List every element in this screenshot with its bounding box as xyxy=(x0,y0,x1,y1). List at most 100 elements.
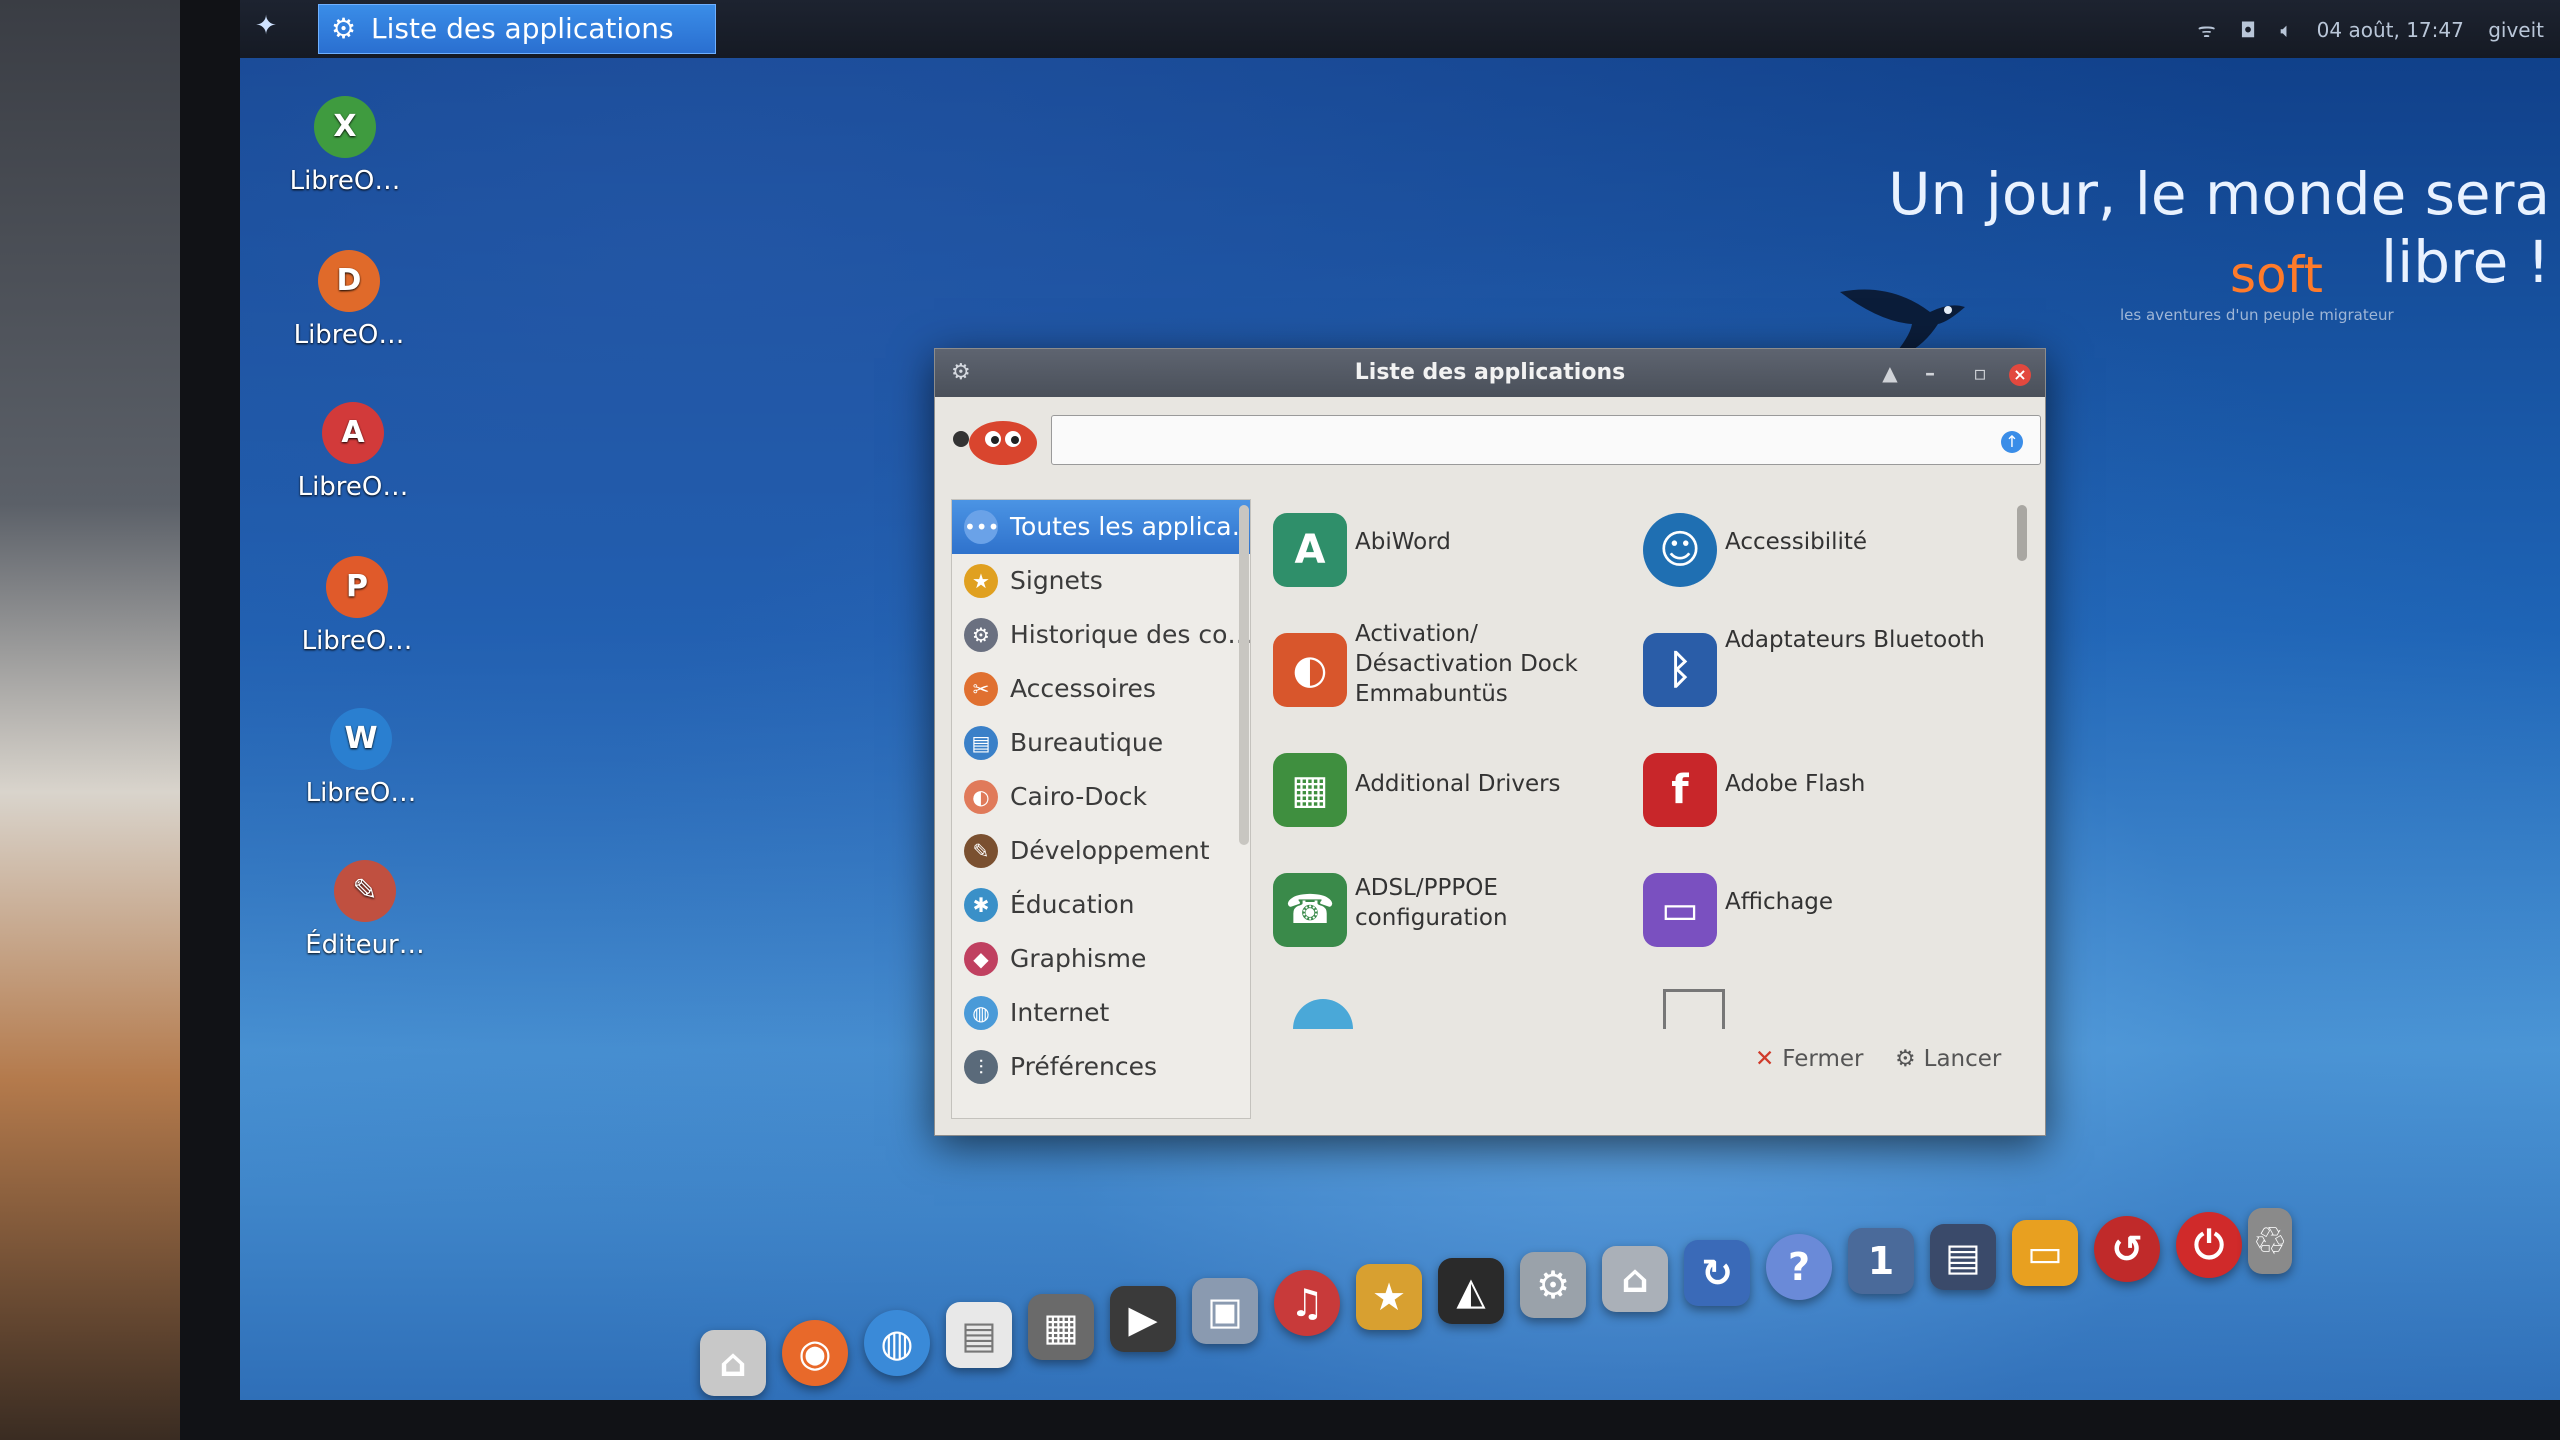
category-all-apps[interactable]: ••• Toutes les applica… xyxy=(952,500,1250,554)
desktop-icon-label: Éditeur… xyxy=(305,930,425,960)
calendar-icon[interactable]: ▦ xyxy=(1028,1294,1094,1360)
app-item-bluetooth[interactable]: ᛒ Adaptateurs Bluetooth xyxy=(1643,619,1993,729)
username[interactable]: giveit xyxy=(2488,18,2544,42)
search-input[interactable] xyxy=(1051,415,2041,465)
abiword-icon: A xyxy=(1273,513,1347,587)
wallpaper-brand: soft xyxy=(2230,246,2323,304)
cross-icon: ✕ xyxy=(1755,1046,1775,1072)
settings-gear-icon[interactable]: ⚙ xyxy=(1520,1252,1586,1318)
video-icon[interactable]: ▶ xyxy=(1110,1286,1176,1352)
taskbar-button-label: Liste des applications xyxy=(371,12,674,45)
partial-app-icon xyxy=(1293,999,1353,1029)
app-item-dock-toggle[interactable]: ◐ Activation/ Désactivation Dock Emmabun… xyxy=(1273,619,1623,729)
volume-icon[interactable]: 🔈︎ xyxy=(2280,18,2292,42)
category-list: ••• Toutes les applica… ★ Signets ⚙ Hist… xyxy=(951,499,1251,1119)
category-accessories[interactable]: ✂ Accessoires xyxy=(952,662,1250,716)
app-item-accessibilite[interactable]: ☺ Accessibilité xyxy=(1643,499,1993,609)
desktop-icon-libreoffice-impress[interactable]: P LibreO… xyxy=(282,556,432,656)
app-item-affichage[interactable]: ▭ Affichage xyxy=(1643,859,1993,969)
window-icon[interactable]: ▤ xyxy=(1930,1224,1996,1290)
editor-mascot-icon: ✎ xyxy=(334,860,396,922)
category-education[interactable]: ✱ Éducation xyxy=(952,878,1250,932)
category-development[interactable]: ✎ Développement xyxy=(952,824,1250,878)
preferences-icon: ⫶ xyxy=(964,1050,998,1084)
globe-icon[interactable]: ◍ xyxy=(864,1310,930,1376)
category-internet[interactable]: ◍ Internet xyxy=(952,986,1250,1040)
document-icon[interactable]: ▤ xyxy=(946,1302,1012,1368)
category-cairo-dock[interactable]: ◐ Cairo-Dock xyxy=(952,770,1250,824)
dialog-titlebar[interactable]: ⚙ Liste des applications ▲ – ▫ × xyxy=(935,349,2045,397)
category-office[interactable]: ▤ Bureautique xyxy=(952,716,1250,770)
launch-button[interactable]: ⚙ Lancer xyxy=(1895,1037,2001,1081)
taskbar-button-app-list[interactable]: ⚙ Liste des applications xyxy=(318,4,716,54)
display-icon: ▭ xyxy=(1643,873,1717,947)
app-name: AbiWord xyxy=(1355,529,1451,555)
category-label: Cairo-Dock xyxy=(1010,782,1147,811)
maximize-button[interactable]: ▫ xyxy=(1965,349,1995,397)
linux-tux-icon[interactable]: ◭ xyxy=(1438,1258,1504,1324)
search-row: ↑ xyxy=(935,405,2045,481)
category-label: Internet xyxy=(1010,998,1110,1027)
dialog-gear-icon: ⚙ xyxy=(951,360,971,385)
development-icon: ✎ xyxy=(964,834,998,868)
star-icon: ★ xyxy=(964,564,998,598)
app-grid-scrollbar[interactable] xyxy=(2017,505,2027,561)
system-tray: ᯤ ◘ 🔈︎ 04 août, 17:47 giveit xyxy=(2180,10,2545,50)
close-dialog-button[interactable]: ✕ Fermer xyxy=(1755,1037,1863,1081)
app-list-icon: ⚙ xyxy=(331,12,357,45)
launch-button-label: Lancer xyxy=(1923,1046,2002,1072)
update-tray-icon[interactable]: ◘ xyxy=(2240,18,2256,42)
app-item-abiword[interactable]: A AbiWord xyxy=(1273,499,1623,609)
partial-app-icon xyxy=(1663,989,1725,1029)
network-icon[interactable]: ᯤ xyxy=(2198,18,2216,42)
home-icon[interactable]: ⌂ xyxy=(700,1330,766,1396)
desktop-icon-label: LibreO… xyxy=(293,320,405,350)
search-clear-icon[interactable]: ↑ xyxy=(2001,431,2023,453)
app-name: Affichage xyxy=(1725,889,1834,915)
desktop-icon-libreoffice-base[interactable]: A LibreO… xyxy=(278,402,428,502)
app-name: Additional Drivers xyxy=(1355,771,1561,797)
desktop-icon-libreoffice-writer[interactable]: W LibreO… xyxy=(286,708,436,808)
libreoffice-writer-icon: W xyxy=(330,708,392,770)
favorites-star-icon[interactable]: ★ xyxy=(1356,1264,1422,1330)
category-label: Développement xyxy=(1010,836,1210,865)
app-item-adobe-flash[interactable]: f Adobe Flash xyxy=(1643,739,1993,849)
app-item-adsl[interactable]: ☎ ADSL/PPPOE configuration xyxy=(1273,859,1623,969)
cairo-dock-icon: ◐ xyxy=(964,780,998,814)
notes-icon[interactable]: ▭ xyxy=(2012,1220,2078,1286)
category-scrollbar[interactable] xyxy=(1239,505,1249,845)
desktop-icon-editor[interactable]: ✎ Éditeur… xyxy=(290,860,440,960)
power-icon[interactable]: ⏻ xyxy=(2176,1212,2242,1278)
app-grid: A AbiWord ☺ Accessibilité ◐ Activation/ … xyxy=(1273,499,2013,1029)
clock[interactable]: 04 août, 17:47 xyxy=(2317,18,2464,42)
category-history[interactable]: ⚙ Historique des co… xyxy=(952,608,1250,662)
firefox-icon[interactable]: ◉ xyxy=(782,1320,848,1386)
wallpaper-brand-subtitle: les aventures d'un peuple migrateur xyxy=(2120,306,2394,324)
app-name: Adaptateurs Bluetooth xyxy=(1725,627,1985,653)
close-window-button[interactable]: × xyxy=(2005,349,2035,397)
all-apps-icon: ••• xyxy=(964,510,999,544)
help-icon[interactable]: ? xyxy=(1766,1234,1832,1300)
category-bookmarks[interactable]: ★ Signets xyxy=(952,554,1250,608)
flash-icon: f xyxy=(1643,753,1717,827)
desktop-icon-libreoffice-calc[interactable]: X LibreO… xyxy=(270,96,420,196)
category-graphics[interactable]: ◆ Graphisme xyxy=(952,932,1250,986)
category-preferences[interactable]: ⫶ Préférences xyxy=(952,1040,1250,1094)
desktop-icon-libreoffice-draw[interactable]: D LibreO… xyxy=(274,250,424,350)
update-icon[interactable]: ↻ xyxy=(1684,1240,1750,1306)
shade-button[interactable]: ▲ xyxy=(1875,349,1905,397)
education-icon: ✱ xyxy=(964,888,998,922)
category-label: Éducation xyxy=(1010,890,1135,919)
emmabuntus-menu-icon[interactable]: ✦ xyxy=(248,8,284,44)
workspaces-icon[interactable]: 1 xyxy=(1848,1228,1914,1294)
house-settings-icon[interactable]: ⌂ xyxy=(1602,1246,1668,1312)
category-label: Graphisme xyxy=(1010,944,1147,973)
category-label: Préférences xyxy=(1010,1052,1158,1081)
refresh-swirl-icon[interactable]: ↺ xyxy=(2094,1216,2160,1282)
minimize-button[interactable]: – xyxy=(1915,349,1945,397)
trash-icon[interactable]: ♲ xyxy=(2248,1208,2292,1274)
app-item-additional-drivers[interactable]: ▦ Additional Drivers xyxy=(1273,739,1623,849)
photo-icon[interactable]: ▣ xyxy=(1192,1278,1258,1344)
category-label: Historique des co… xyxy=(1010,620,1250,649)
audio-icon[interactable]: ♫ xyxy=(1274,1270,1340,1336)
